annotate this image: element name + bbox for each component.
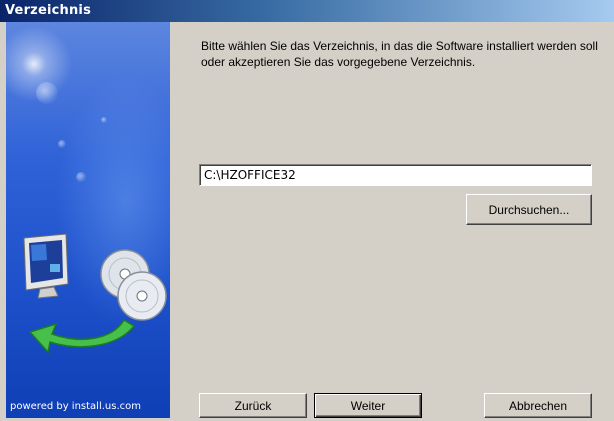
decorative-bubble — [101, 117, 107, 123]
decorative-bubble — [76, 172, 86, 182]
instructions-text: Bitte wählen Sie das Verzeichnis, in das… — [201, 39, 598, 69]
next-label: Weiter — [350, 398, 386, 413]
sidebar-banner: powered by install.us.com — [6, 22, 170, 418]
computer-with-cds-icon — [23, 234, 167, 354]
back-button[interactable]: Zurück — [199, 393, 307, 418]
cancel-button[interactable]: Abbrechen — [484, 393, 592, 418]
browse-label: Durchsuchen... — [488, 202, 570, 217]
back-label: Zurück — [234, 398, 272, 413]
window-title: Verzeichnis — [5, 3, 92, 18]
decorative-bubble — [58, 140, 66, 148]
title-bar[interactable]: Verzeichnis — [0, 0, 614, 22]
install-path-input[interactable] — [199, 164, 592, 186]
browse-button[interactable]: Durchsuchen... — [466, 194, 592, 225]
cancel-label: Abbrechen — [508, 398, 568, 413]
next-button[interactable]: Weiter — [314, 393, 422, 418]
decorative-bubble — [36, 82, 58, 104]
powered-by-text: powered by install.us.com — [10, 401, 142, 412]
